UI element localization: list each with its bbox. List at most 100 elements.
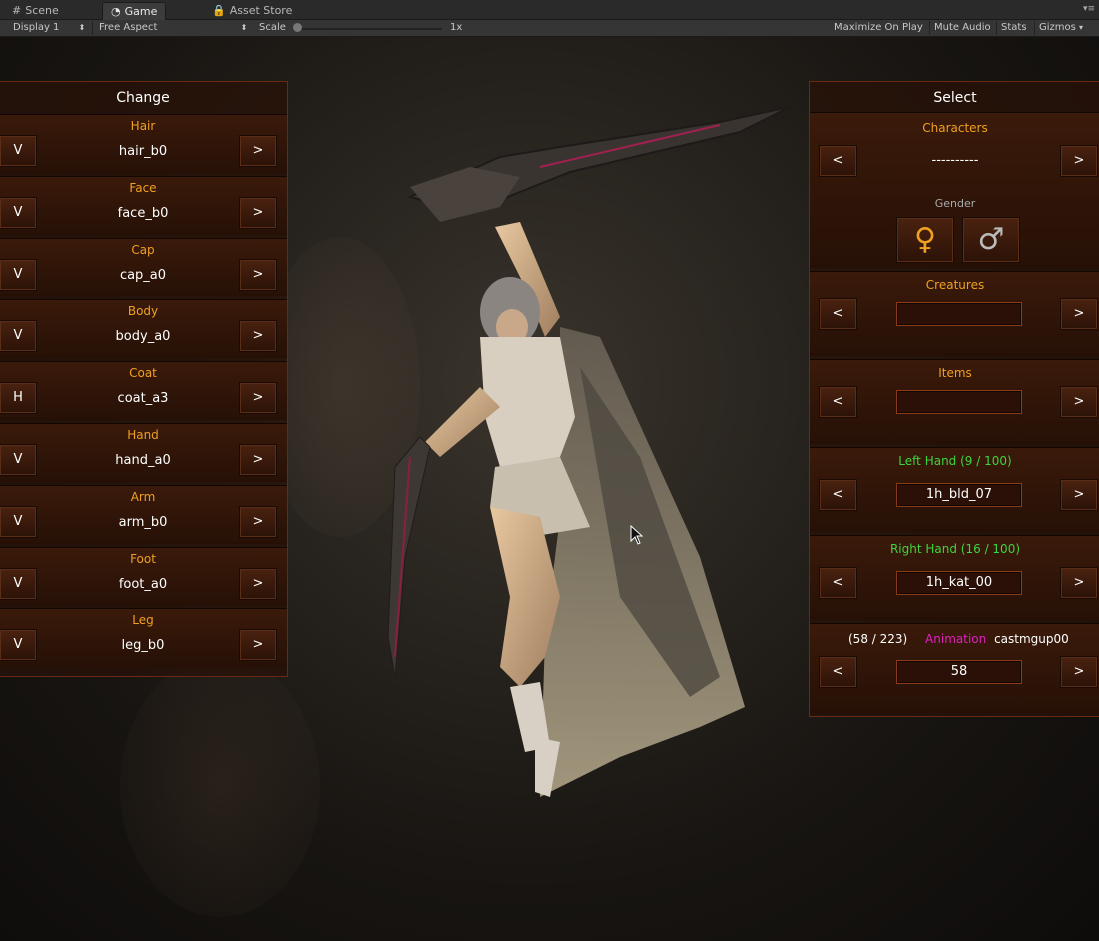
dropdown-arrow-icon: ⬍	[240, 23, 248, 32]
right-hand-field[interactable]: 1h_kat_00	[896, 571, 1022, 595]
change-row-next-button[interactable]: >	[239, 258, 277, 291]
display-dropdown[interactable]: Display 1 ⬍	[13, 21, 85, 35]
display-label: Display 1	[13, 22, 60, 33]
tab-asset-store[interactable]: 🔒 Asset Store	[204, 2, 300, 19]
creatures-next-button[interactable]: >	[1060, 298, 1098, 330]
change-panel-title: Change	[116, 90, 170, 106]
gizmos-label: Gizmos	[1039, 22, 1076, 33]
characters-section: Characters < ---------- > Gender ♀ ♂	[810, 112, 1099, 268]
mouse-cursor-icon	[630, 525, 644, 545]
animation-field[interactable]: 58	[896, 660, 1022, 684]
change-row-label: Body	[127, 304, 159, 319]
pacman-icon: ◔	[111, 5, 121, 18]
change-row-label: Coat	[129, 366, 157, 381]
animation-name: castmgup00	[994, 632, 1069, 646]
lock-icon: 🔒	[212, 4, 226, 17]
dropdown-arrow-icon: ⬍	[78, 23, 86, 32]
left-hand-label: Left Hand (9 / 100)	[898, 454, 1012, 468]
animation-prev-button[interactable]: <	[819, 656, 857, 688]
change-row-next-button[interactable]: >	[239, 567, 277, 600]
change-row-arm: Arm Varm_b0 >	[0, 484, 287, 544]
tab-scene[interactable]: # Scene	[4, 2, 67, 19]
scale-slider-handle[interactable]	[293, 23, 302, 32]
animation-label: Animation	[925, 632, 987, 646]
right-hand-prev-button[interactable]: <	[819, 567, 857, 599]
change-row-label: Foot	[130, 551, 156, 566]
change-row-next-button[interactable]: >	[239, 629, 277, 662]
change-row-foot: Foot Vfoot_a0 >	[0, 546, 287, 606]
select-panel-title: Select	[933, 90, 977, 106]
gizmos-dropdown[interactable]: Gizmos ▾	[1039, 21, 1083, 35]
animation-info: (58 / 223) Animation castmgup00	[848, 632, 1069, 646]
grid-icon: #	[12, 4, 22, 17]
divider	[929, 21, 930, 35]
change-row-body: Body Vbody_a0 >	[0, 299, 287, 359]
change-row-label: Leg	[132, 613, 154, 628]
change-row-hand: Hand Vhand_a0 >	[0, 423, 287, 482]
scale-slider-track[interactable]	[294, 28, 442, 30]
tab-scene-label: Scene	[25, 4, 59, 17]
change-row-coat: Coat Hcoat_a3 >	[0, 361, 287, 420]
left-hand-section: Left Hand (9 / 100) < 1h_bld_07 >	[810, 447, 1099, 532]
tab-game-label: Game	[124, 5, 158, 18]
aspect-label: Free Aspect	[99, 22, 158, 33]
change-row-next-button[interactable]: >	[239, 505, 277, 538]
tab-game[interactable]: ◔ Game	[102, 2, 167, 20]
change-row-label: Cap	[131, 242, 155, 257]
animation-section: (58 / 223) Animation castmgup00 < 58 >	[810, 623, 1099, 714]
characters-label: Characters	[922, 121, 988, 135]
items-field[interactable]	[896, 390, 1022, 414]
characters-next-button[interactable]: >	[1060, 145, 1098, 177]
select-panel: Select Characters < ---------- > Gender …	[809, 81, 1099, 717]
tab-menu-icon[interactable]: ▾≡	[1083, 4, 1095, 14]
animation-count: (58 / 223)	[848, 632, 908, 646]
game-toolbar: Display 1 ⬍ Free Aspect ⬍ Scale 1x Maxim…	[0, 20, 1099, 37]
change-row-leg: Leg Vleg_b0 >	[0, 608, 287, 668]
left-hand-next-button[interactable]: >	[1060, 479, 1098, 511]
change-panel: Change Hair Vhair_b0 > Face Vface_b0 > Cap Vcap…	[0, 81, 288, 677]
left-hand-field[interactable]: 1h_bld_07	[896, 483, 1022, 507]
change-row-face: Face Vface_b0 >	[0, 175, 287, 235]
change-row-next-button[interactable]: >	[239, 382, 277, 415]
items-label: Items	[938, 366, 972, 380]
scale-label: Scale	[259, 22, 286, 33]
change-row-next-button[interactable]: >	[239, 444, 277, 476]
change-row-label: Hair	[130, 119, 156, 133]
characters-value: ----------	[931, 153, 979, 168]
change-row-next-button[interactable]: >	[239, 196, 277, 229]
change-row-label: Arm	[130, 489, 156, 504]
right-hand-section: Right Hand (16 / 100) < 1h_kat_00 >	[810, 535, 1099, 620]
change-row-hair: Hair Vhair_b0 >	[0, 114, 287, 173]
dropdown-arrow-icon: ▾	[1079, 23, 1084, 32]
creatures-field[interactable]	[896, 302, 1022, 326]
left-hand-prev-button[interactable]: <	[819, 479, 857, 511]
right-hand-label: Right Hand (16 / 100)	[889, 542, 1021, 556]
items-section: Items < >	[810, 359, 1099, 444]
change-row-next-button[interactable]: >	[239, 135, 277, 167]
stats-toggle[interactable]: Stats	[1001, 21, 1027, 35]
items-next-button[interactable]: >	[1060, 386, 1098, 418]
change-row-label: Face	[129, 180, 157, 195]
animation-next-button[interactable]: >	[1060, 656, 1098, 688]
divider	[92, 21, 93, 35]
editor-tab-bar: # Scene ◔ Game 🔒 Asset Store ▾≡	[0, 0, 1099, 20]
creatures-section: Creatures < >	[810, 271, 1099, 356]
divider	[1034, 21, 1035, 35]
male-gender-button[interactable]: ♂	[962, 217, 1020, 263]
aspect-dropdown[interactable]: Free Aspect ⬍	[99, 21, 247, 35]
tab-asset-store-label: Asset Store	[229, 4, 293, 17]
creatures-label: Creatures	[925, 278, 985, 292]
gender-label: Gender	[934, 197, 976, 210]
change-row-cap: Cap Vcap_a0 >	[0, 237, 287, 297]
mute-audio-toggle[interactable]: Mute Audio	[934, 21, 991, 35]
game-viewport[interactable]: Change Hair Vhair_b0 > Face Vface_b0 > Cap Vcap…	[0, 37, 1099, 941]
items-prev-button[interactable]: <	[819, 386, 857, 418]
right-hand-next-button[interactable]: >	[1060, 567, 1098, 599]
creatures-prev-button[interactable]: <	[819, 298, 857, 330]
change-row-next-button[interactable]: >	[239, 320, 277, 353]
female-gender-button[interactable]: ♀	[896, 217, 954, 263]
divider	[996, 21, 997, 35]
change-row-label: Hand	[127, 428, 159, 442]
maximize-on-play-toggle[interactable]: Maximize On Play	[834, 21, 923, 35]
scale-value: 1x	[450, 22, 463, 33]
